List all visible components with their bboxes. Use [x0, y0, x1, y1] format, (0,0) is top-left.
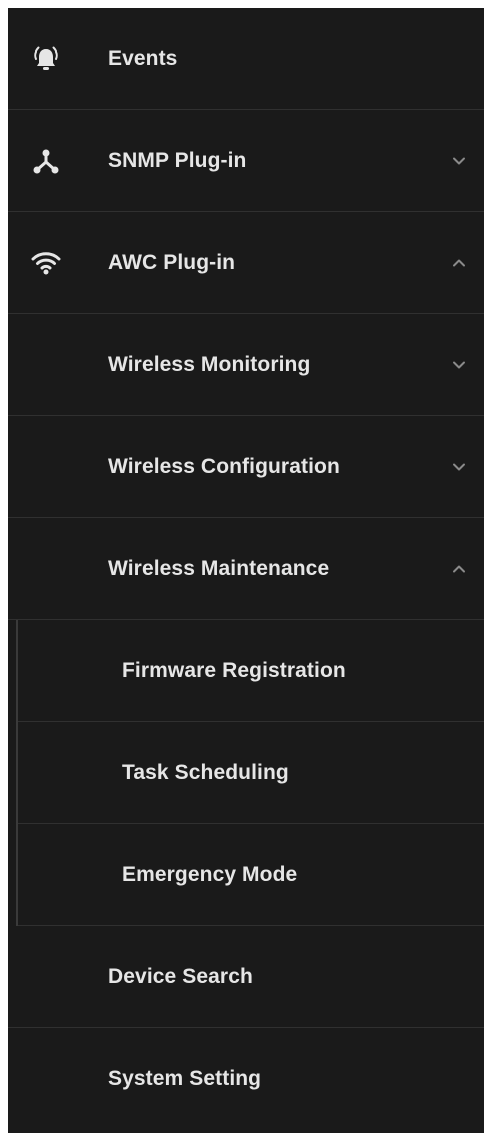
menu-item-task-scheduling[interactable]: Task Scheduling: [18, 722, 484, 824]
menu-label: Wireless Configuration: [108, 454, 340, 478]
menu-label: Emergency Mode: [122, 862, 298, 886]
chevron-down-icon: [453, 361, 465, 368]
menu-item-wireless-monitoring[interactable]: Wireless Monitoring: [8, 314, 484, 416]
sidebar-menu: Events SNMP Plug-in AWC Plug-in Wireless…: [8, 8, 484, 1133]
menu-label: Events: [108, 46, 178, 70]
menu-item-awc-plugin[interactable]: AWC Plug-in: [8, 212, 484, 314]
menu-item-wireless-maintenance[interactable]: Wireless Maintenance: [8, 518, 484, 620]
menu-item-wireless-configuration[interactable]: Wireless Configuration: [8, 416, 484, 518]
chevron-down-icon: [453, 463, 465, 470]
menu-label: Wireless Maintenance: [108, 556, 330, 580]
menu-label: Wireless Monitoring: [108, 352, 311, 376]
menu-item-device-search[interactable]: Device Search: [8, 926, 484, 1028]
chevron-down-icon: [453, 157, 465, 164]
menu-label: Firmware Registration: [122, 658, 346, 682]
menu-item-firmware-registration[interactable]: Firmware Registration: [18, 620, 484, 722]
wireless-maintenance-submenu: Firmware Registration Task Scheduling Em…: [16, 620, 484, 926]
chevron-up-icon: [453, 259, 465, 266]
menu-label: SNMP Plug-in: [108, 148, 247, 172]
menu-label: AWC Plug-in: [108, 250, 236, 274]
wifi-icon: [31, 251, 61, 274]
menu-item-emergency-mode[interactable]: Emergency Mode: [18, 824, 484, 926]
menu-label: Task Scheduling: [122, 760, 289, 784]
menu-label: Device Search: [108, 964, 253, 988]
menu-item-events[interactable]: Events: [8, 8, 484, 110]
menu-label: System Setting: [108, 1067, 262, 1090]
chevron-up-icon: [453, 565, 465, 572]
menu-item-system-setting[interactable]: System Setting: [8, 1028, 484, 1130]
menu-item-snmp-plugin[interactable]: SNMP Plug-in: [8, 110, 484, 212]
network-topology-icon: [33, 149, 59, 173]
alarm-bell-icon: [34, 46, 58, 70]
